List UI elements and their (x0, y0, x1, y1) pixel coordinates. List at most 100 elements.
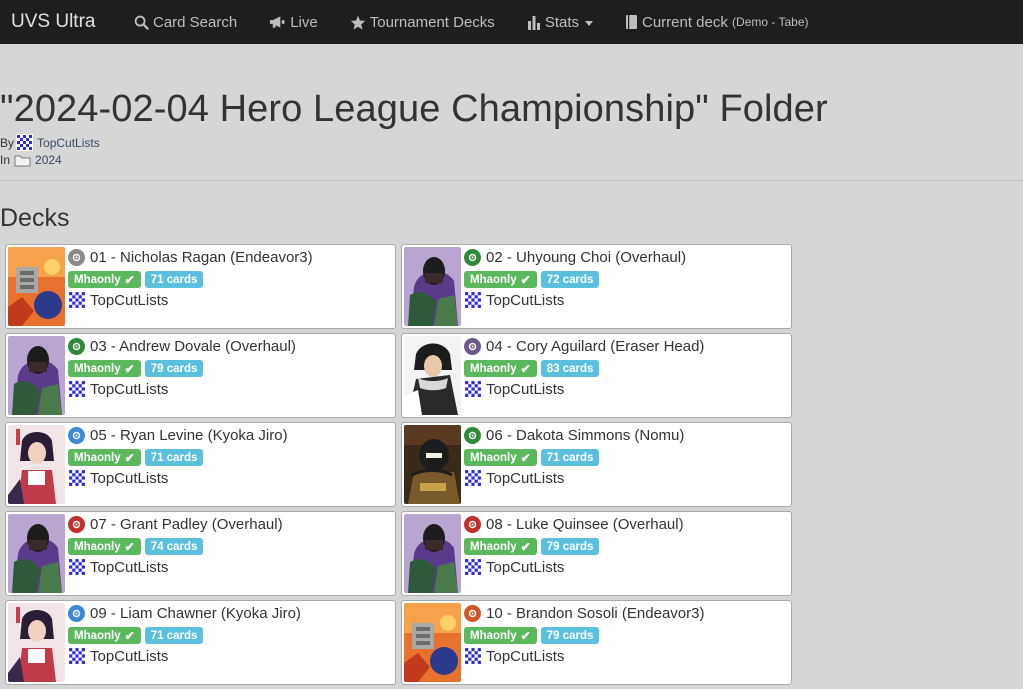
format-badge: Mhaonly ✔ (464, 360, 537, 377)
deck-character-art[interactable] (404, 247, 461, 326)
deck-author[interactable]: TopCutLists (68, 558, 391, 576)
deck-card[interactable]: 04 - Cory Aguilard (Eraser Head) Mhaonly ✔… (401, 333, 792, 418)
author-avatar-icon (464, 558, 482, 576)
deck-card[interactable]: 08 - Luke Quinsee (Overhaul) Mhaonly ✔ 79 c… (401, 511, 792, 596)
format-label: Mhaonly (74, 540, 121, 553)
deck-card[interactable]: 10 - Brandon Sosoli (Endeavor3) Mhaonly ✔ 7… (401, 600, 792, 685)
deck-title-link[interactable]: 10 - Brandon Sosoli (Endeavor3) (486, 605, 704, 622)
header-divider (0, 180, 1023, 181)
deck-author[interactable]: TopCutLists (68, 291, 391, 309)
deck-character-art[interactable] (8, 247, 65, 326)
check-icon: ✔ (520, 539, 531, 554)
format-badge: Mhaonly ✔ (464, 627, 537, 644)
nav-stats[interactable]: Stats (511, 0, 609, 44)
deck-author[interactable]: TopCutLists (464, 291, 787, 309)
deck-author-name[interactable]: TopCutLists (90, 470, 168, 487)
deck-title-link[interactable]: 06 - Dakota Simmons (Nomu) (486, 427, 684, 444)
deck-character-art[interactable] (8, 425, 65, 504)
deck-card[interactable]: 07 - Grant Padley (Overhaul) Mhaonly ✔ 74 c… (5, 511, 396, 596)
check-icon: ✔ (520, 272, 531, 287)
deck-author[interactable]: TopCutLists (68, 647, 391, 665)
deck-author-name[interactable]: TopCutLists (90, 381, 168, 398)
check-icon: ✔ (124, 272, 135, 287)
deck-author-name[interactable]: TopCutLists (90, 559, 168, 576)
symbol-icon (464, 515, 481, 533)
format-badge: Mhaonly ✔ (68, 449, 141, 466)
deck-author-name[interactable]: TopCutLists (486, 648, 564, 665)
deck-character-art[interactable] (404, 603, 461, 682)
deck-character-art[interactable] (404, 514, 461, 593)
author-avatar-icon (68, 558, 86, 576)
author-avatar-icon (68, 291, 86, 309)
folder-parent-row: In 2024 (0, 153, 62, 167)
book-icon (625, 14, 638, 30)
deck-title-link[interactable]: 08 - Luke Quinsee (Overhaul) (486, 516, 684, 533)
deck-author-name[interactable]: TopCutLists (486, 292, 564, 309)
format-label: Mhaonly (470, 629, 517, 642)
card-count-badge: 79 cards (144, 360, 204, 377)
deck-card[interactable]: 02 - Uhyoung Choi (Overhaul) Mhaonly ✔ 72 c… (401, 244, 792, 329)
deck-author[interactable]: TopCutLists (68, 380, 391, 398)
symbol-icon (68, 337, 85, 355)
deck-card[interactable]: 06 - Dakota Simmons (Nomu) Mhaonly ✔ 71 car… (401, 422, 792, 507)
card-count-badge: 83 cards (540, 360, 600, 377)
author-avatar-icon (16, 134, 34, 151)
nav-tournament-decks[interactable]: Tournament Decks (334, 0, 511, 44)
deck-card[interactable]: 05 - Ryan Levine (Kyoka Jiro) Mhaonly ✔ 71 … (5, 422, 396, 507)
deck-card[interactable]: 09 - Liam Chawner (Kyoka Jiro) Mhaonly ✔ 71… (5, 600, 396, 685)
deck-author[interactable]: TopCutLists (464, 647, 787, 665)
nav-current-deck[interactable]: Current deck (Demo - Tabe) (609, 0, 825, 44)
deck-title-link[interactable]: 01 - Nicholas Ragan (Endeavor3) (90, 249, 313, 266)
nav-current-deck-label: Current deck (642, 13, 728, 31)
symbol-icon (464, 426, 481, 444)
navbar: UVS Ultra Card Search Live Tournament De… (0, 0, 1023, 44)
card-count-badge: 79 cards (540, 627, 600, 644)
deck-card[interactable]: 03 - Andrew Dovale (Overhaul) Mhaonly ✔ 79 … (5, 333, 396, 418)
deck-character-art[interactable] (8, 514, 65, 593)
deck-author-name[interactable]: TopCutLists (90, 648, 168, 665)
deck-author-name[interactable]: TopCutLists (90, 292, 168, 309)
deck-title-link[interactable]: 02 - Uhyoung Choi (Overhaul) (486, 249, 686, 266)
nav-live[interactable]: Live (253, 0, 334, 44)
deck-title-link[interactable]: 05 - Ryan Levine (Kyoka Jiro) (90, 427, 288, 444)
check-icon: ✔ (124, 450, 135, 465)
deck-author[interactable]: TopCutLists (464, 558, 787, 576)
deck-author[interactable]: TopCutLists (68, 469, 391, 487)
format-label: Mhaonly (470, 273, 517, 286)
card-count-badge: 71 cards (540, 449, 600, 466)
deck-author-name[interactable]: TopCutLists (486, 381, 564, 398)
format-label: Mhaonly (74, 362, 121, 375)
deck-title-link[interactable]: 09 - Liam Chawner (Kyoka Jiro) (90, 605, 301, 622)
deck-character-art[interactable] (8, 336, 65, 415)
symbol-icon (68, 604, 85, 622)
deck-author[interactable]: TopCutLists (464, 380, 787, 398)
deck-card[interactable]: 01 - Nicholas Ragan (Endeavor3) Mhaonly ✔ 7… (5, 244, 396, 329)
deck-character-art[interactable] (8, 603, 65, 682)
brand-logo[interactable]: UVS Ultra (0, 0, 118, 44)
deck-author[interactable]: TopCutLists (464, 469, 787, 487)
deck-character-art[interactable] (404, 336, 461, 415)
author-avatar-icon (68, 647, 86, 665)
deck-title-link[interactable]: 04 - Cory Aguilard (Eraser Head) (486, 338, 704, 355)
card-count-badge: 71 cards (144, 627, 204, 644)
deck-author-name[interactable]: TopCutLists (486, 470, 564, 487)
format-badge: Mhaonly ✔ (68, 627, 141, 644)
nav-card-search[interactable]: Card Search (118, 0, 253, 44)
author-avatar-icon (464, 469, 482, 487)
star-icon (350, 15, 366, 30)
deck-title-link[interactable]: 07 - Grant Padley (Overhaul) (90, 516, 283, 533)
format-badge: Mhaonly ✔ (68, 360, 141, 377)
parent-folder-link[interactable]: 2024 (35, 153, 62, 167)
chevron-down-icon (585, 20, 593, 26)
author-link[interactable]: TopCutLists (37, 136, 100, 150)
format-label: Mhaonly (470, 451, 517, 464)
deck-title-link[interactable]: 03 - Andrew Dovale (Overhaul) (90, 338, 296, 355)
folder-icon (14, 155, 31, 166)
deck-character-art[interactable] (404, 425, 461, 504)
card-count-badge: 79 cards (540, 538, 600, 555)
check-icon: ✔ (520, 628, 531, 643)
format-badge: Mhaonly ✔ (68, 271, 141, 288)
nav-card-search-label: Card Search (153, 13, 238, 31)
nav-live-label: Live (290, 13, 318, 31)
deck-author-name[interactable]: TopCutLists (486, 559, 564, 576)
